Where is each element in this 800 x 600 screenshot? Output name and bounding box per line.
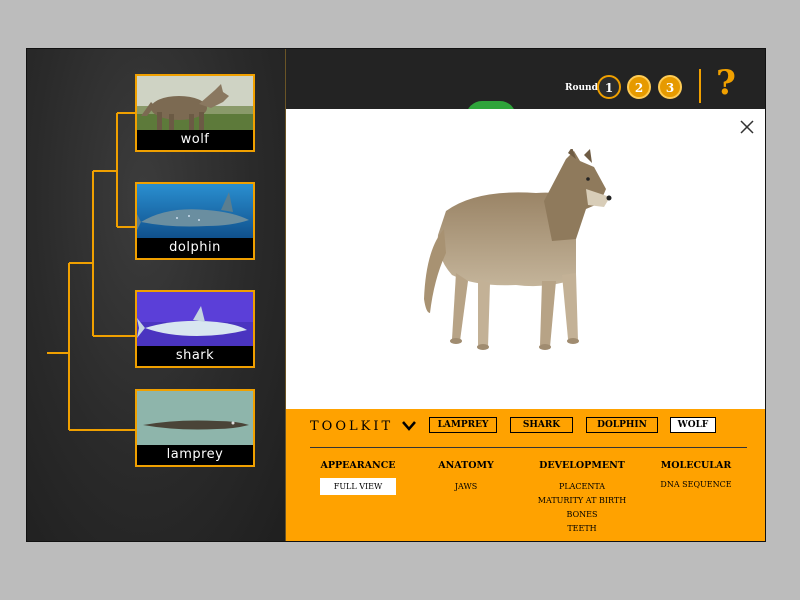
full-view-button[interactable]: FULL VIEW [320,478,396,495]
development-placenta-item[interactable]: PLACENTA [522,482,642,491]
close-icon[interactable] [739,119,755,135]
top-bar [286,49,765,109]
round-label: Round [565,83,598,93]
lamprey-thumbnail [137,391,253,447]
tree-card-dolphin[interactable]: dolphin [135,182,255,260]
tree-card-wolf[interactable]: wolf [135,74,255,152]
toolkit-title: TOOLKIT [310,419,394,434]
tree-card-label: wolf [137,130,253,150]
development-bones-item[interactable]: BONES [522,510,642,519]
molecular-dna-item[interactable]: DNA SEQUENCE [646,480,746,489]
category-anatomy: ANATOMY [438,460,494,471]
category-appearance: APPEARANCE [320,460,396,471]
anatomy-jaws-item[interactable]: JAWS [416,482,516,491]
wolf-photo [424,149,612,350]
round-2-button[interactable]: 2 [627,75,651,99]
toolkit-shark-button[interactable]: SHARK [510,417,573,433]
toolkit-wolf-button[interactable]: WOLF [670,417,716,433]
help-icon[interactable]: ? [716,63,736,103]
shark-thumbnail [137,292,253,348]
tree-card-label: lamprey [137,445,253,465]
app-frame: wolf dolphin shark lamprey Round 1 2 3 ?… [26,48,766,542]
category-development: DEVELOPMENT [539,460,625,471]
wolf-thumbnail [137,76,253,132]
round-3-button[interactable]: 3 [658,75,682,99]
round-1-button[interactable]: 1 [597,75,621,99]
category-molecular: MOLECULAR [660,460,732,471]
tree-card-lamprey[interactable]: lamprey [135,389,255,467]
specimen-viewer [286,109,765,409]
tree-card-label: shark [137,346,253,366]
development-maturity-item[interactable]: MATURITY AT BIRTH [522,496,642,505]
tree-card-shark[interactable]: shark [135,290,255,368]
tree-card-label: dolphin [137,238,253,258]
development-teeth-item[interactable]: TEETH [522,524,642,533]
toolkit-panel: TOOLKIT LAMPREY SHARK DOLPHIN WOLF APPEA… [286,409,765,541]
dolphin-thumbnail [137,184,253,240]
chevron-down-icon[interactable] [402,421,416,431]
toolkit-lamprey-button[interactable]: LAMPREY [429,417,497,433]
toolkit-divider [310,447,747,448]
header-divider [699,69,701,103]
toolkit-dolphin-button[interactable]: DOLPHIN [586,417,658,433]
tree-panel: wolf dolphin shark lamprey [27,49,285,541]
